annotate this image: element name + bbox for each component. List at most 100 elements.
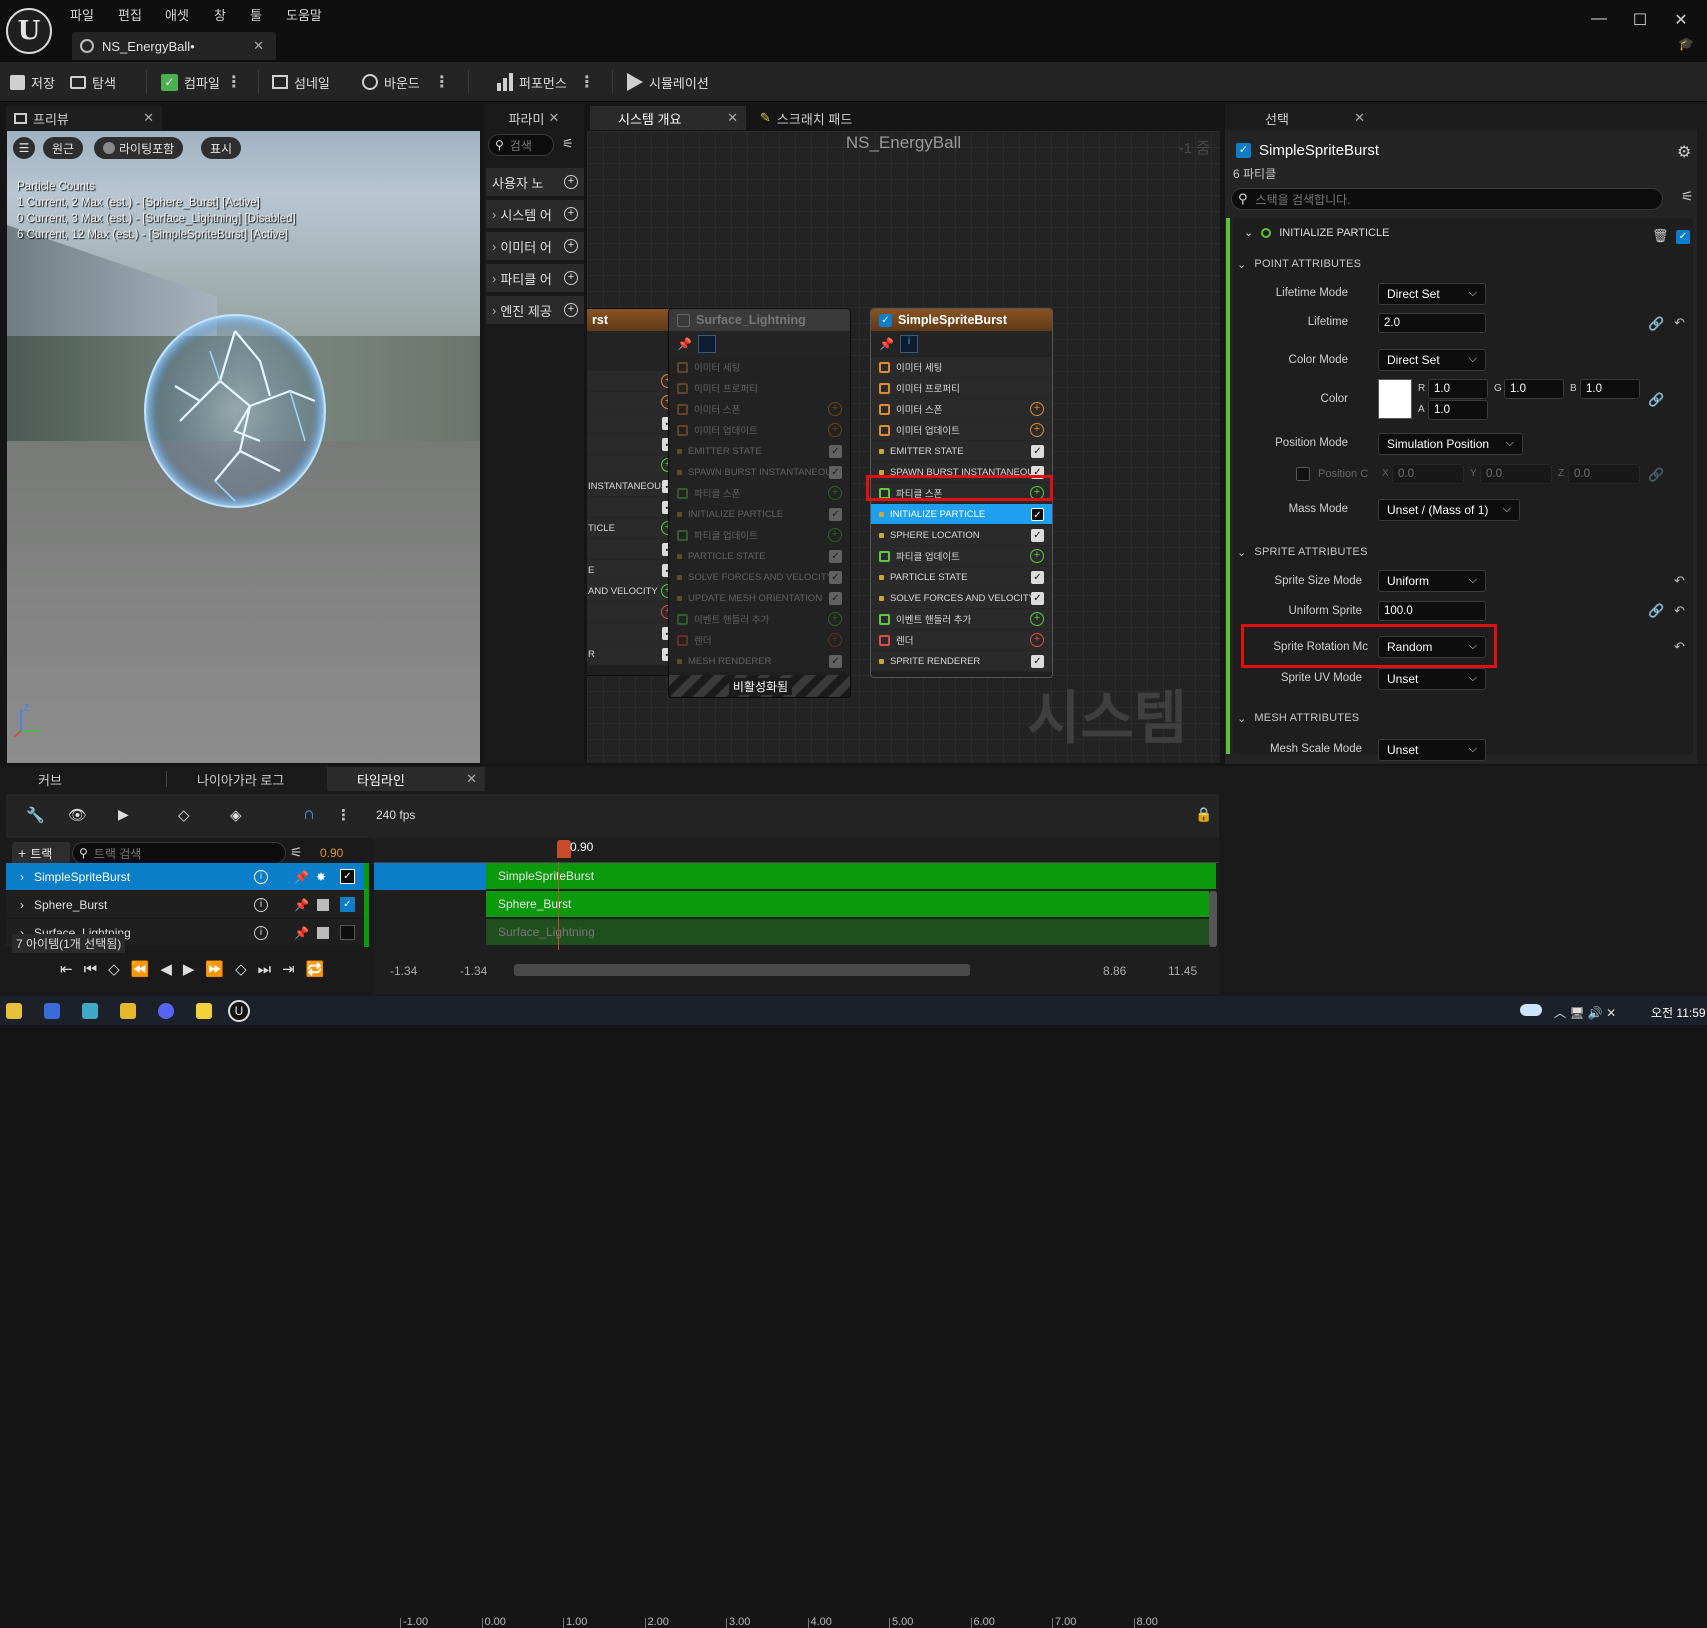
stack-item[interactable]: EMITTER STATE ✓	[871, 441, 1052, 462]
track-row[interactable]: › Sphere_Burst i 📌 ✓	[6, 891, 364, 918]
palette-item-particle[interactable]: › 파티클 어 +	[486, 264, 584, 292]
module-enable-checkbox[interactable]: ✓	[1676, 230, 1690, 244]
stack-item[interactable]: UPDATE MESH ORIENTATION ✓	[669, 588, 850, 609]
wrench-icon[interactable]: 🔧	[26, 806, 45, 824]
filter-icon[interactable]: ⚟	[562, 136, 574, 152]
delete-icon[interactable]: 🗑	[1652, 228, 1669, 244]
menu-tools[interactable]: 툴	[250, 5, 262, 24]
pin-icon[interactable]: 📌	[294, 870, 309, 884]
color-g-input[interactable]: 1.0	[1504, 379, 1564, 399]
add-module-icon[interactable]: +	[1030, 423, 1044, 437]
pin-icon[interactable]: 📌	[879, 337, 894, 351]
pin-icon[interactable]: 📌	[677, 337, 692, 351]
timeline-options-icon[interactable]: ⋮	[336, 806, 351, 824]
emitter-node-surface-lightning[interactable]: Surface_Lightning 📌 이미터 세팅 이미터 프로퍼티 이미터 스폰…	[668, 308, 851, 698]
system-tray-icons[interactable]: ︿ 🖥 🔊 ✕	[1554, 1004, 1616, 1021]
link-icon[interactable]: 🔗	[1648, 467, 1664, 483]
current-time-value[interactable]: 0.90	[320, 846, 343, 860]
palette-item-user[interactable]: 사용자 노 +	[486, 168, 584, 196]
browse-button[interactable]: 탐색	[70, 62, 116, 102]
add-module-icon[interactable]: +	[828, 486, 842, 500]
discord-icon[interactable]	[158, 1003, 174, 1019]
stack-item[interactable]: 이미터 업데이트 +	[871, 420, 1052, 441]
tab-parameters[interactable]: 파라미 ✕	[484, 106, 584, 130]
key-icon[interactable]: ◇	[178, 806, 190, 824]
track-row[interactable]: › SimpleSpriteBurst i 📌 ✸ ✓	[6, 863, 364, 890]
color-mode-dropdown[interactable]: Direct Set ⌵	[1378, 349, 1486, 371]
play-reverse-icon[interactable]: ◀	[160, 960, 172, 978]
stack-item[interactable]: SOLVE FORCES AND VELOCITY ✓	[871, 588, 1052, 609]
loop-icon[interactable]: 🔁	[306, 960, 325, 978]
compile-options-icon[interactable]: ⋮	[226, 72, 242, 92]
color-a-input[interactable]: 1.0	[1428, 400, 1488, 420]
info-icon[interactable]: i	[254, 925, 268, 940]
play-options-icon[interactable]: ▶	[118, 806, 129, 823]
bounds-button[interactable]: 바운드 ⋮	[362, 62, 450, 102]
next-frame-icon[interactable]: ⏭	[258, 961, 272, 978]
menu-asset[interactable]: 애셋	[165, 5, 189, 24]
stack-item[interactable]: SPAWN BURST INSTANTANEOUS ✓	[669, 462, 850, 483]
menu-file[interactable]: 파일	[70, 5, 94, 24]
viewport-menu-button[interactable]: ☰	[13, 137, 35, 159]
stack-item[interactable]: 이미터 업데이트 +	[669, 420, 850, 441]
bounds-options-icon[interactable]: ⋮	[434, 72, 450, 92]
stack-item-checkbox[interactable]: ✓	[829, 592, 842, 605]
tab-selection[interactable]: 선택 ✕	[1225, 106, 1373, 130]
section-sprite-attributes[interactable]: ⌄ SPRITE ATTRIBUTES	[1237, 540, 1368, 564]
stack-item[interactable]: 이미터 스폰 +	[871, 399, 1052, 420]
working-range-start[interactable]: -1.34	[460, 964, 487, 978]
link-icon[interactable]: 🔗	[1648, 316, 1664, 332]
system-overview-graph[interactable]: NS_EnergyBall -1 줌 시스템 rst + + ✓ ✓ + INSTANTA…	[587, 131, 1220, 763]
lifetime-input[interactable]: 2.0	[1378, 313, 1486, 333]
jump-end-icon[interactable]: ⇥	[282, 960, 295, 978]
save-button[interactable]: 저장	[10, 62, 55, 102]
stack-item[interactable]: 이미터 세팅	[871, 357, 1052, 378]
sprite-size-mode-dropdown[interactable]: Uniform ⌵	[1378, 570, 1486, 592]
app-icon[interactable]	[44, 1003, 60, 1019]
chat-icon[interactable]	[196, 1003, 212, 1019]
graduation-cap-icon[interactable]: 🎓	[1678, 36, 1694, 51]
enable-checkbox[interactable]: ✓	[879, 313, 892, 327]
compile-button[interactable]: ✓ 컴파일 ⋮	[161, 62, 242, 102]
stack-item[interactable]: 렌더 +	[871, 630, 1052, 651]
stack-item[interactable]: INITIALIZE PARTICLE ✓	[669, 504, 850, 525]
enable-checkbox[interactable]	[677, 313, 690, 327]
lighting-button[interactable]: 라이팅포함	[94, 137, 184, 159]
filter-icon[interactable]: ⚟	[290, 844, 303, 861]
lifetime-mode-dropdown[interactable]: Direct Set ⌵	[1378, 283, 1486, 305]
reset-arrow-icon[interactable]: ↶	[1674, 315, 1685, 331]
color-swatch[interactable]	[1378, 379, 1412, 419]
app-icon[interactable]	[82, 1003, 98, 1019]
close-timeline-icon[interactable]: ✕	[466, 771, 477, 787]
previous-key-icon[interactable]: ⏮	[84, 961, 98, 978]
track-search-input[interactable]: ⚲ 트랙 검색	[72, 842, 286, 864]
add-module-icon[interactable]: +	[828, 402, 842, 416]
stack-item[interactable]: PARTICLE STATE ✓	[669, 546, 850, 567]
link-icon[interactable]: 🔗	[1648, 603, 1664, 619]
track-bar-surface-lightning[interactable]: Surface_Lightning	[486, 919, 1209, 945]
maximize-icon[interactable]: ☐	[1629, 10, 1651, 32]
stack-item[interactable]: 이벤트 핸들러 추가 +	[871, 609, 1052, 630]
close-overview-icon[interactable]: ✕	[727, 110, 738, 126]
info-icon[interactable]: i	[254, 897, 268, 912]
add-module-icon[interactable]: +	[1030, 633, 1044, 647]
play-icon[interactable]: ▶	[183, 960, 195, 978]
pos-y-input[interactable]: 0.0	[1480, 464, 1552, 484]
mesh-scale-mode-dropdown[interactable]: Unset ⌵	[1378, 739, 1486, 761]
filter-icon[interactable]: ⚟	[1681, 188, 1694, 205]
unreal-taskbar-icon[interactable]: U	[228, 1000, 250, 1022]
stack-item[interactable]: 이미터 스폰 +	[669, 399, 850, 420]
document-tab[interactable]: NS_EnergyBall• ✕	[72, 32, 276, 60]
parameter-search-input[interactable]: ⚲ 검색	[488, 134, 554, 156]
track-bar-simple-sprite-burst[interactable]: SimpleSpriteBurst	[486, 863, 1216, 889]
stack-item[interactable]: PARTICLE STATE ✓	[871, 567, 1052, 588]
mass-mode-dropdown[interactable]: Unset / (Mass of 1) ⌵	[1378, 499, 1520, 521]
node-header[interactable]: Surface_Lightning	[669, 309, 850, 331]
add-module-icon[interactable]: +	[1030, 402, 1044, 416]
step-forward-icon[interactable]: ⏩	[205, 960, 224, 978]
menu-help[interactable]: 도움말	[286, 5, 322, 24]
preview-viewport[interactable]: ☰ 원근 라이팅포함 표시 Particle Counts 1 Current,…	[7, 131, 480, 763]
stack-item[interactable]: 파티클 스폰 +	[669, 483, 850, 504]
color-b-input[interactable]: 1.0	[1580, 379, 1640, 399]
cloud-icon[interactable]	[1520, 1004, 1542, 1016]
